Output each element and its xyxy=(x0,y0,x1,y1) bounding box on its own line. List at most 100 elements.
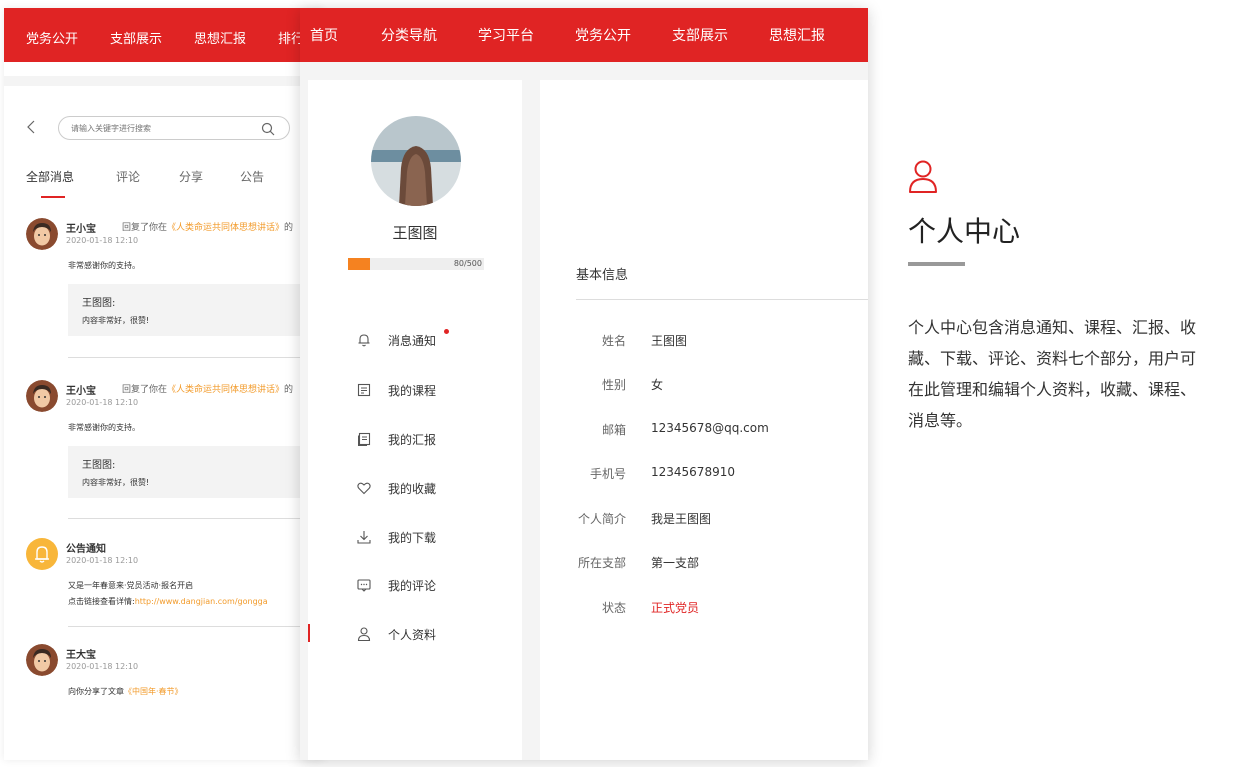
progress-fill xyxy=(348,258,370,270)
nav-item-thought-report[interactable]: 思想汇报 xyxy=(194,28,246,47)
sidebar-item-comments[interactable]: 我的评论 xyxy=(308,571,522,601)
share-text: 向你分享了文章《中国年·春节》 xyxy=(68,687,183,696)
report-icon xyxy=(356,431,372,447)
nav-item-category[interactable]: 分类导航 xyxy=(381,25,437,45)
sidebar-item-reports[interactable]: 我的汇报 xyxy=(308,425,522,455)
comment-icon xyxy=(356,577,372,593)
feature-description: 个人中心 个人中心包含消息通知、课程、汇报、收藏、下载、评论、资料七个部分，用户… xyxy=(868,0,1248,767)
info-label: 邮箱 xyxy=(601,423,626,437)
list-item[interactable]: 王小宝 回复了你在《人类命运共同体思想讲话》的 2020-01-18 12:10… xyxy=(26,218,324,348)
course-icon xyxy=(356,382,372,398)
nav-item-party-affairs[interactable]: 党务公开 xyxy=(575,25,631,45)
download-icon xyxy=(356,529,372,545)
nav-item-branch[interactable]: 支部展示 xyxy=(672,25,728,45)
announcement-avatar xyxy=(26,538,58,570)
sidebar-item-courses[interactable]: 我的课程 xyxy=(308,376,522,406)
tab-all-messages[interactable]: 全部消息 xyxy=(26,168,74,185)
search-input[interactable] xyxy=(71,120,251,136)
nav-item-branch[interactable]: 支部展示 xyxy=(110,28,162,47)
heart-icon xyxy=(356,480,372,496)
info-label: 手机号 xyxy=(589,467,626,481)
timestamp: 2020-01-18 12:10 xyxy=(66,556,139,565)
info-value: 王图图 xyxy=(651,334,688,348)
notice-line: 又是一年春意来·党员活动·报名开启 xyxy=(68,581,194,590)
sender-name: 王小宝 xyxy=(66,224,96,235)
avatar[interactable] xyxy=(26,380,58,412)
message-content: 全部消息 评论 分享 公告 王小宝 回复了你在《人类命运共同体思想讲话》的 20… xyxy=(4,76,324,760)
active-tab-underline xyxy=(41,196,65,198)
sidebar-item-downloads[interactable]: 我的下载 xyxy=(308,523,522,553)
shared-article-link[interactable]: 《中国年·春节》 xyxy=(124,687,183,696)
search-icon[interactable] xyxy=(261,121,275,136)
divider xyxy=(68,626,324,627)
list-item[interactable]: 王小宝 回复了你在《人类命运共同体思想讲话》的 2020-01-18 12:10… xyxy=(26,380,324,510)
notice-link[interactable]: http://www.dangjian.com/gongga xyxy=(135,597,268,606)
sender-name: 王大宝 xyxy=(66,650,96,661)
tab-announcements[interactable]: 公告 xyxy=(240,168,264,185)
info-row-bio: 个人简介 我是王图图 xyxy=(540,510,868,530)
info-label: 姓名 xyxy=(601,334,626,348)
tab-comments[interactable]: 评论 xyxy=(116,168,140,185)
page-title: 个人中心 xyxy=(908,215,1021,248)
info-label: 个人简介 xyxy=(577,512,626,526)
info-row-name: 姓名 王图图 xyxy=(540,332,868,352)
info-row-status: 状态 正式党员 xyxy=(540,599,868,619)
message-text: 非常感谢你的支持。 xyxy=(68,423,140,432)
sidebar-item-notifications[interactable]: 消息通知 xyxy=(308,326,522,356)
timestamp: 2020-01-18 12:10 xyxy=(66,236,139,245)
sidebar-item-label: 我的汇报 xyxy=(388,433,437,447)
sidebar-item-label: 我的下载 xyxy=(388,531,437,545)
section-title: 基本信息 xyxy=(576,268,629,283)
description-text: 个人中心包含消息通知、课程、汇报、收藏、下载、评论、资料七个部分，用户可在此管理… xyxy=(908,318,1197,430)
nav-item-thought-report[interactable]: 思想汇报 xyxy=(769,25,825,45)
avatar[interactable] xyxy=(26,218,58,250)
nav-item-learning[interactable]: 学习平台 xyxy=(478,25,534,45)
info-row-email: 邮箱 12345678@qq.com xyxy=(540,421,868,441)
sender-name: 王小宝 xyxy=(66,386,96,397)
message-tabs: 全部消息 评论 分享 公告 xyxy=(26,168,316,198)
profile-avatar[interactable] xyxy=(371,116,461,206)
reply-action: 回复了你在《人类命运共同体思想讲话》的 xyxy=(122,385,294,395)
status-badge: 正式党员 xyxy=(651,601,700,615)
article-link[interactable]: 《人类命运共同体思想讲话》 xyxy=(167,385,284,395)
info-label: 所在支部 xyxy=(577,556,626,570)
sidebar-item-label: 我的课程 xyxy=(388,384,437,398)
quoted-comment: 王图图: 内容非常好，很赞! xyxy=(68,446,324,498)
search-row xyxy=(22,116,322,142)
reply-action: 回复了你在《人类命运共同体思想讲话》的 xyxy=(122,223,294,233)
quote-author: 王图图: xyxy=(82,460,116,471)
divider xyxy=(68,518,324,519)
list-item[interactable]: 公告通知 2020-01-18 12:10 又是一年春意来·党员活动·报名开启 … xyxy=(26,538,324,618)
avatar[interactable] xyxy=(26,644,58,676)
info-row-branch: 所在支部 第一支部 xyxy=(540,554,868,574)
basic-info-panel: 基本信息 姓名 王图图 性别 女 邮箱 12345678@qq.com 手机号 … xyxy=(540,80,868,760)
nav-item-home[interactable]: 首页 xyxy=(310,25,338,45)
quote-text: 内容非常好，很赞! xyxy=(82,478,150,487)
sidebar-item-label: 消息通知 xyxy=(388,334,437,348)
sidebar-item-profile[interactable]: 个人资料 xyxy=(308,620,522,650)
info-row-gender: 性别 女 xyxy=(540,376,868,396)
tab-shares[interactable]: 分享 xyxy=(179,168,203,185)
back-arrow-icon[interactable] xyxy=(26,120,40,138)
search-box[interactable] xyxy=(58,116,290,140)
profile-sidebar: 王图图 80/500 消息通知 我的课程 我的汇报 我的收藏 我的下载 我的评论… xyxy=(308,80,522,760)
sidebar-item-label: 个人资料 xyxy=(388,628,437,642)
info-value: 12345678910 xyxy=(651,465,735,479)
notice-title: 公告通知 xyxy=(66,544,106,555)
timestamp: 2020-01-18 12:10 xyxy=(66,398,139,407)
info-value: 12345678@qq.com xyxy=(651,421,769,435)
article-link[interactable]: 《人类命运共同体思想讲话》 xyxy=(167,223,284,233)
profile-name: 王图图 xyxy=(392,224,438,242)
sidebar-item-favorites[interactable]: 我的收藏 xyxy=(308,474,522,504)
notice-link-line: 点击链接查看详情:http://www.dangjian.com/gongga xyxy=(68,597,268,606)
message-text: 非常感谢你的支持。 xyxy=(68,261,140,270)
timestamp: 2020-01-18 12:10 xyxy=(66,662,139,671)
progress-bar: 80/500 xyxy=(348,258,484,270)
user-icon xyxy=(908,160,938,194)
message-page: 党务公开 支部展示 思想汇报 排行 全部消息 评论 分享 公告 xyxy=(4,8,324,760)
info-label: 性别 xyxy=(601,378,626,392)
nav-item-party-affairs[interactable]: 党务公开 xyxy=(26,28,78,47)
sidebar-item-label: 我的评论 xyxy=(388,579,437,593)
quoted-comment: 王图图: 内容非常好，很赞! xyxy=(68,284,324,336)
list-item[interactable]: 王大宝 2020-01-18 12:10 向你分享了文章《中国年·春节》 xyxy=(26,644,324,704)
